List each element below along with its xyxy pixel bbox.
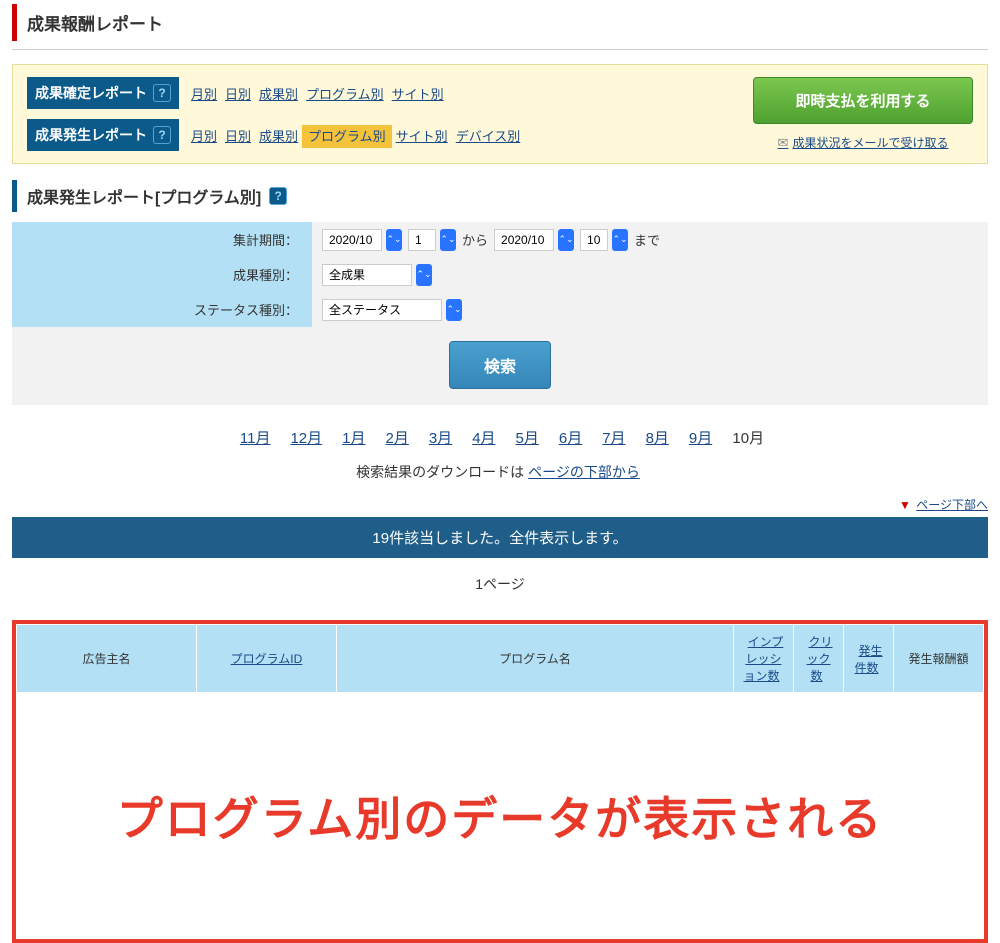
page-bottom-link[interactable]: ページ下部へ bbox=[914, 498, 988, 512]
download-link[interactable]: ページの下部から bbox=[524, 461, 644, 483]
confirm-link-プログラム別[interactable]: プログラム別 bbox=[302, 84, 388, 105]
page-number: 1ページ bbox=[0, 574, 1000, 594]
mail-link[interactable]: ✉ 成果状況をメールで受け取る bbox=[778, 134, 949, 151]
month-link-7月[interactable]: 7月 bbox=[598, 427, 629, 450]
month-link-12月[interactable]: 12月 bbox=[286, 427, 326, 450]
month-nav: 11月 12月 1月 2月 3月 4月 5月 6月 7月 8月 9月 10月 bbox=[12, 427, 988, 448]
mail-link-text: 成果状況をメールで受け取る bbox=[792, 134, 948, 151]
result-table: 広告主名 プログラムID プログラム名 インプレッション数 クリック数 発生件数… bbox=[16, 624, 984, 693]
overlay-annotation: プログラム別のデータが表示される bbox=[16, 693, 984, 939]
type-select[interactable] bbox=[322, 264, 412, 286]
occur-link-月別[interactable]: 月別 bbox=[187, 126, 221, 147]
th-impressions-link[interactable]: インプレッション数 bbox=[743, 632, 783, 686]
month-link-11月[interactable]: 11月 bbox=[236, 427, 275, 450]
th-count-link[interactable]: 発生件数 bbox=[854, 641, 882, 678]
section-title-text: 成果発生レポート[プログラム別] bbox=[27, 184, 261, 208]
month-link-3月[interactable]: 3月 bbox=[425, 427, 456, 450]
from-text: から bbox=[462, 230, 488, 249]
month-link-6月[interactable]: 6月 bbox=[555, 427, 586, 450]
help-icon[interactable]: ? bbox=[153, 126, 171, 144]
help-icon[interactable]: ? bbox=[269, 187, 287, 205]
download-prefix: 検索結果のダウンロードは bbox=[356, 464, 524, 480]
period-d-to[interactable] bbox=[580, 229, 608, 251]
envelope-icon: ✉ bbox=[778, 135, 789, 151]
occur-report-row: 成果発生レポート ? 月別日別成果別プログラム別サイト別デバイス別 bbox=[27, 119, 739, 151]
dropdown-icon[interactable]: ⌃⌄ bbox=[386, 229, 402, 251]
type-label: 成果種別： bbox=[12, 257, 312, 292]
occur-link-プログラム別: プログラム別 bbox=[302, 125, 392, 148]
status-label: ステータス種別： bbox=[12, 292, 312, 327]
period-ym-to[interactable] bbox=[494, 229, 554, 251]
month-link-5月[interactable]: 5月 bbox=[512, 427, 543, 450]
filter-form: 集計期間： ⌃⌄ ⌃⌄ から ⌃⌄ ⌃⌄ まで 成果種別： ⌃⌄ ステータス種別… bbox=[12, 222, 988, 405]
dropdown-icon[interactable]: ⌃⌄ bbox=[446, 299, 462, 321]
th-program-id-link[interactable]: プログラムID bbox=[227, 649, 307, 669]
th-clicks[interactable]: クリック数 bbox=[794, 625, 844, 693]
section-title: 成果発生レポート[プログラム別] ? bbox=[12, 180, 988, 212]
result-table-frame: 広告主名 プログラムID プログラム名 インプレッション数 クリック数 発生件数… bbox=[12, 620, 988, 943]
period-d-from[interactable] bbox=[408, 229, 436, 251]
month-link-4月[interactable]: 4月 bbox=[468, 427, 499, 450]
month-link-2月[interactable]: 2月 bbox=[382, 427, 413, 450]
dropdown-icon[interactable]: ⌃⌄ bbox=[612, 229, 628, 251]
period-label: 集計期間： bbox=[12, 222, 312, 257]
period-ym-from[interactable] bbox=[322, 229, 382, 251]
confirm-report-row: 成果確定レポート ? 月別日別成果別プログラム別サイト別 bbox=[27, 77, 739, 109]
th-clicks-link[interactable]: クリック数 bbox=[804, 632, 832, 686]
dropdown-icon[interactable]: ⌃⌄ bbox=[416, 264, 432, 286]
confirm-link-日別[interactable]: 日別 bbox=[221, 84, 255, 105]
result-bar: 19件該当しました。全件表示します。 bbox=[12, 517, 988, 558]
dropdown-icon[interactable]: ⌃⌄ bbox=[440, 229, 456, 251]
triangle-icon: ▼ bbox=[899, 498, 911, 512]
confirm-report-text: 成果確定レポート bbox=[35, 83, 147, 103]
help-icon[interactable]: ? bbox=[153, 84, 171, 102]
occur-link-デバイス別[interactable]: デバイス別 bbox=[452, 126, 525, 147]
month-link-9月[interactable]: 9月 bbox=[685, 427, 716, 450]
th-reward: 発生報酬額 bbox=[894, 625, 984, 693]
search-button[interactable]: 検索 bbox=[449, 341, 551, 389]
confirm-link-サイト別[interactable]: サイト別 bbox=[388, 84, 448, 105]
instant-payment-button[interactable]: 即時支払を利用する bbox=[753, 77, 973, 124]
dropdown-icon[interactable]: ⌃⌄ bbox=[558, 229, 574, 251]
page-title: 成果報酬レポート bbox=[12, 4, 1000, 41]
month-link-8月[interactable]: 8月 bbox=[642, 427, 673, 450]
occur-link-成果別[interactable]: 成果別 bbox=[255, 126, 302, 147]
occur-link-サイト別[interactable]: サイト別 bbox=[392, 126, 452, 147]
occur-report-label: 成果発生レポート ? bbox=[27, 119, 179, 151]
current-month: 10月 bbox=[732, 430, 764, 447]
occur-report-text: 成果発生レポート bbox=[35, 125, 147, 145]
th-advertiser: 広告主名 bbox=[17, 625, 197, 693]
page-bottom-link-row: ▼ ページ下部へ bbox=[12, 496, 988, 513]
th-program-name: プログラム名 bbox=[337, 625, 734, 693]
confirm-link-月別[interactable]: 月別 bbox=[187, 84, 221, 105]
confirm-link-成果別[interactable]: 成果別 bbox=[255, 84, 302, 105]
th-impressions[interactable]: インプレッション数 bbox=[734, 625, 794, 693]
th-program-id[interactable]: プログラムID bbox=[197, 625, 337, 693]
divider bbox=[12, 49, 988, 50]
month-link-1月[interactable]: 1月 bbox=[338, 427, 369, 450]
report-nav-box: 成果確定レポート ? 月別日別成果別プログラム別サイト別 成果発生レポート ? … bbox=[12, 64, 988, 164]
confirm-report-label: 成果確定レポート ? bbox=[27, 77, 179, 109]
occur-link-日別[interactable]: 日別 bbox=[221, 126, 255, 147]
th-count[interactable]: 発生件数 bbox=[844, 625, 894, 693]
to-text: まで bbox=[634, 230, 660, 249]
status-select[interactable] bbox=[322, 299, 442, 321]
download-text: 検索結果のダウンロードはページの下部から bbox=[12, 462, 988, 482]
